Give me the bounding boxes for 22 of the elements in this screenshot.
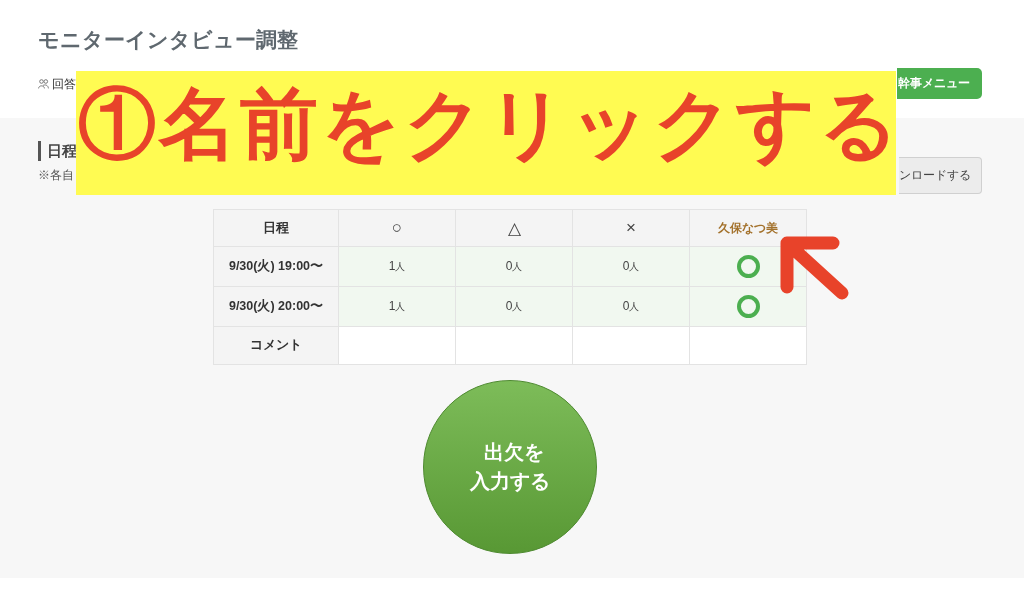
count-cell: 1人 (339, 247, 455, 286)
enter-attendance-button[interactable]: 出欠を入力する (423, 380, 597, 554)
count-cell: 0人 (456, 287, 572, 326)
download-button[interactable]: ンロードする (899, 157, 982, 194)
annotation-banner: ①名前をクリックする (76, 71, 896, 195)
organizer-menu-button[interactable]: 幹事メニュー (897, 68, 982, 99)
table-header-cell: 日程 (214, 210, 338, 246)
count-cell: 0人 (573, 247, 689, 286)
count-cell: 0人 (573, 287, 689, 326)
date-cell: 9/30(火) 19:00〜 (214, 247, 338, 286)
count-cell: 0人 (456, 247, 572, 286)
date-cell: 9/30(火) 20:00〜 (214, 287, 338, 326)
table-header-cell: ○ (339, 210, 455, 246)
people-icon (38, 78, 49, 89)
answers-label: 回答 (52, 75, 76, 92)
table-header-cell: × (573, 210, 689, 246)
count-cell: 1人 (339, 287, 455, 326)
member-name-link[interactable]: 久保なつ美 (718, 219, 778, 237)
table-header-cell: △ (456, 210, 572, 246)
note-text: ※各自 (38, 167, 74, 183)
comment-label-cell: コメント (214, 327, 338, 364)
page-title: モニターインタビュー調整 (38, 27, 298, 53)
